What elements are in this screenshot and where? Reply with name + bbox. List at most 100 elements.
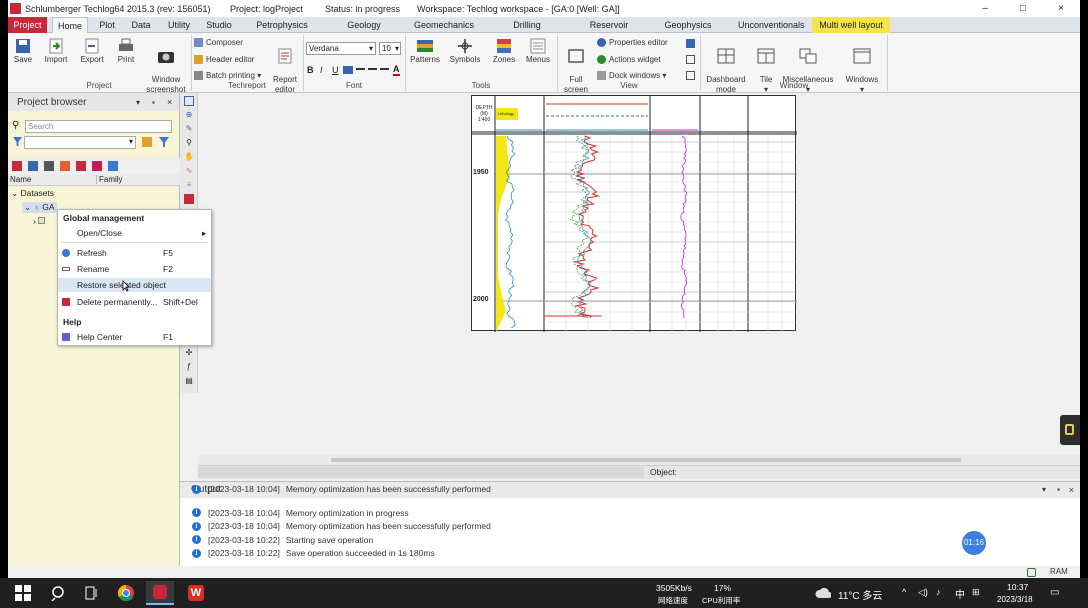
symbols-button[interactable]: Symbols <box>448 36 482 65</box>
weather-text[interactable]: 11°C 多云 <box>838 587 882 602</box>
task-view-icon[interactable] <box>84 585 100 601</box>
tree-node-child[interactable]: › <box>33 216 46 226</box>
col-family[interactable]: Family <box>96 175 123 184</box>
clear-filter-icon[interactable] <box>159 137 169 147</box>
palette-icon[interactable] <box>60 161 70 171</box>
panel-close-icon[interactable]: × <box>167 97 172 107</box>
clock-time[interactable]: 10:37 <box>1007 582 1028 592</box>
marker-tool-icon[interactable] <box>184 194 194 204</box>
scrollbar-thumb[interactable] <box>331 458 961 462</box>
font-size-select[interactable]: 10 ▾ <box>379 42 401 55</box>
side-widget-tab[interactable] <box>1060 415 1080 445</box>
maximize-button[interactable]: □ <box>1004 0 1042 17</box>
clock-date[interactable]: 2023/3/18 <box>997 595 1033 604</box>
layout-restore-icon[interactable] <box>686 71 695 80</box>
pin-icon[interactable]: ▾ <box>1042 482 1046 498</box>
close-button[interactable]: × <box>1042 0 1080 17</box>
chrome-icon[interactable] <box>118 585 134 601</box>
menus-button[interactable]: Menus <box>524 36 552 65</box>
tab-multi-well-layout[interactable]: Multi well layout <box>812 17 890 33</box>
menu-item-rename[interactable]: Rename F2 <box>58 262 211 276</box>
tab-geophysics[interactable]: Geophysics <box>664 17 712 33</box>
windows-start-icon[interactable] <box>15 585 31 601</box>
menu-item-refresh[interactable]: Refresh F5 <box>58 246 211 260</box>
volume-icon[interactable]: ◁) <box>918 587 928 598</box>
justify-icon[interactable] <box>380 68 389 70</box>
tab-unconventionals[interactable]: Unconventionals <box>738 17 805 33</box>
zoom-tool-icon[interactable]: ⊕ <box>184 110 194 120</box>
tab-reservoir[interactable]: Reservoir <box>588 17 630 33</box>
minimize-button[interactable]: – <box>966 0 1004 17</box>
function-tool-icon[interactable]: ƒ <box>184 362 194 372</box>
tab-utility[interactable]: Utility <box>164 17 194 33</box>
search-icon[interactable]: ⚲ <box>184 138 194 148</box>
table-icon[interactable] <box>44 161 54 171</box>
notification-icon[interactable]: ▭ <box>1050 587 1059 598</box>
save-layout-icon[interactable] <box>686 39 695 48</box>
actions-widget-button[interactable]: Actions widget <box>597 55 661 64</box>
select-tool-icon[interactable] <box>184 96 194 106</box>
align-left-icon[interactable] <box>343 66 353 74</box>
crosshair-tool-icon[interactable]: ✣ <box>184 348 194 358</box>
tree-node-ga[interactable]: ⌄ ♁ GA <box>22 202 57 213</box>
float-icon[interactable]: ▪ <box>152 98 155 107</box>
menu-item-open-close[interactable]: Open/Close ▸ <box>58 226 211 240</box>
object-combo[interactable] <box>198 467 644 478</box>
composer-button[interactable]: Composer <box>194 38 243 47</box>
search-input[interactable]: Search <box>25 120 172 133</box>
save-button[interactable]: Save <box>10 36 36 65</box>
align-right-icon[interactable] <box>368 68 377 70</box>
well-log-plot[interactable]: DEPTH (M) 1:400 Lithology 1950 2000 <box>471 95 797 332</box>
align-center-icon[interactable] <box>356 68 365 70</box>
taskbar-techlog[interactable] <box>146 581 174 605</box>
bold-button[interactable]: B <box>307 65 314 75</box>
italic-button[interactable]: I <box>320 65 323 75</box>
curve-tool-icon[interactable]: ∿ <box>184 166 194 176</box>
layout-icon[interactable] <box>686 55 695 64</box>
edit-tool-icon[interactable]: ✎ <box>184 124 194 134</box>
move-icon[interactable] <box>92 161 102 171</box>
tab-petrophysics[interactable]: Petrophysics <box>256 17 308 33</box>
header-editor-button[interactable]: Header editor <box>194 55 254 64</box>
font-family-select[interactable]: Verdana ▾ <box>306 42 376 55</box>
wand-icon[interactable] <box>142 137 152 147</box>
menu-item-restore-selected[interactable]: Restore selected object <box>58 278 211 292</box>
underline-button[interactable]: U <box>332 65 339 75</box>
print-button[interactable]: Print <box>112 36 140 65</box>
panel-close-icon[interactable]: × <box>1069 482 1074 498</box>
tab-geology[interactable]: Geology <box>345 17 383 33</box>
export-button[interactable]: Export <box>76 36 108 65</box>
tab-project[interactable]: Project <box>8 17 47 33</box>
recording-timer-badge[interactable]: 01:16 <box>962 531 986 555</box>
menu-item-help-center[interactable]: Help Center F1 <box>58 330 211 344</box>
menu-item-delete-permanently[interactable]: Delete permanently... Shift+Del <box>58 295 211 309</box>
ruler-tool-icon[interactable]: ≡ <box>184 180 194 190</box>
ime-indicator[interactable]: 中 <box>955 586 965 601</box>
font-color-icon[interactable]: A <box>393 64 400 76</box>
wps-icon[interactable]: W <box>188 585 204 601</box>
pan-tool-icon[interactable]: ✋ <box>184 152 194 162</box>
well-icon[interactable] <box>28 161 38 171</box>
tab-studio[interactable]: Studio <box>204 17 234 33</box>
dock-windows-button[interactable]: Dock windows ▾ <box>597 71 666 80</box>
filter-combo[interactable]: ▾ <box>24 136 136 149</box>
variable-icon[interactable] <box>76 161 86 171</box>
col-name[interactable]: Name <box>10 175 31 184</box>
pin-icon[interactable]: ▾ <box>136 98 140 107</box>
properties-editor-button[interactable]: Properties editor <box>597 38 668 47</box>
import-button[interactable]: Import <box>40 36 72 65</box>
zones-button[interactable]: Zones <box>490 36 518 65</box>
speaker-icon[interactable]: ♪ <box>936 587 941 597</box>
tray-app-icon[interactable] <box>1027 568 1036 577</box>
batch-printing-button[interactable]: Batch printing ▾ <box>194 71 261 80</box>
delete-icon[interactable] <box>108 161 118 171</box>
tab-drilling[interactable]: Drilling <box>508 17 546 33</box>
stats-tool-icon[interactable]: ▤ <box>184 376 194 386</box>
float-icon[interactable]: ▪ <box>1057 482 1060 498</box>
chevron-up-icon[interactable]: ^ <box>902 587 906 597</box>
horizontal-scrollbar[interactable] <box>198 455 1080 465</box>
patterns-button[interactable]: Patterns <box>408 36 442 65</box>
filter-icon[interactable] <box>13 137 22 146</box>
tab-data[interactable]: Data <box>127 17 155 33</box>
tab-geomechanics[interactable]: Geomechanics <box>414 17 474 33</box>
